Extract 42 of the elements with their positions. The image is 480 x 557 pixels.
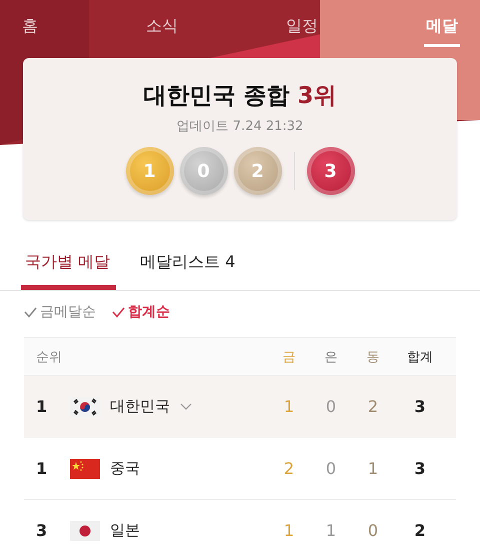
column-header: 금: [282, 348, 296, 366]
medal-count: 2: [234, 147, 282, 195]
sub-tab[interactable]: 국가별 메달: [21, 248, 116, 290]
column-header: 합계: [406, 348, 434, 366]
nav-tab[interactable]: 일정: [284, 0, 320, 47]
country-name: 대한민국: [110, 397, 170, 416]
country-name: 일본: [110, 521, 140, 540]
chevron-down-icon[interactable]: [180, 403, 192, 410]
flag-icon: [70, 520, 100, 540]
flag-icon: [70, 458, 100, 478]
rank-cell-text: 1: [36, 459, 48, 478]
rank-cell-text: 1: [36, 397, 48, 416]
sub-tab[interactable]: 메달리스트 4: [140, 248, 236, 290]
table-cell-text: 0: [324, 397, 338, 416]
nav-tab[interactable]: 소식: [144, 0, 180, 47]
update-time: 업데이트 7.24 21:32: [176, 118, 304, 135]
column-header: 은: [324, 348, 338, 366]
check-icon: [24, 306, 37, 318]
check-icon: [112, 306, 125, 318]
sort-option[interactable]: 금메달순: [24, 303, 96, 321]
medal-count: 1: [126, 147, 174, 195]
table-cell-text: 2: [413, 521, 427, 540]
table-cell-text: 2: [366, 397, 380, 416]
sort-option[interactable]: 합계순: [112, 303, 170, 321]
summary-title: 대한민국 종합 3위: [143, 82, 337, 111]
table-cell-text: 1: [324, 521, 338, 540]
nav-tab[interactable]: 홈: [20, 0, 40, 47]
table-cell-text: 2: [282, 459, 296, 478]
table-cell-text: 0: [324, 459, 338, 478]
table-cell-text: 1: [282, 521, 296, 540]
medal-count: 0: [180, 147, 228, 195]
country-name: 중국: [110, 459, 140, 478]
rank-cell-text: 3: [36, 521, 48, 540]
table-cell-text: 1: [366, 459, 380, 478]
table-cell-text: 1: [282, 397, 296, 416]
table-cell-text: 0: [366, 521, 380, 540]
medal-count: 3: [306, 147, 354, 195]
table-cell-text: 3: [413, 459, 427, 478]
table-cell-text: 3: [413, 397, 427, 416]
table-row[interactable]: 1 대한민국 1 0 2 3: [24, 376, 456, 438]
column-header: 순위: [36, 348, 63, 366]
column-header: 동: [366, 348, 380, 366]
